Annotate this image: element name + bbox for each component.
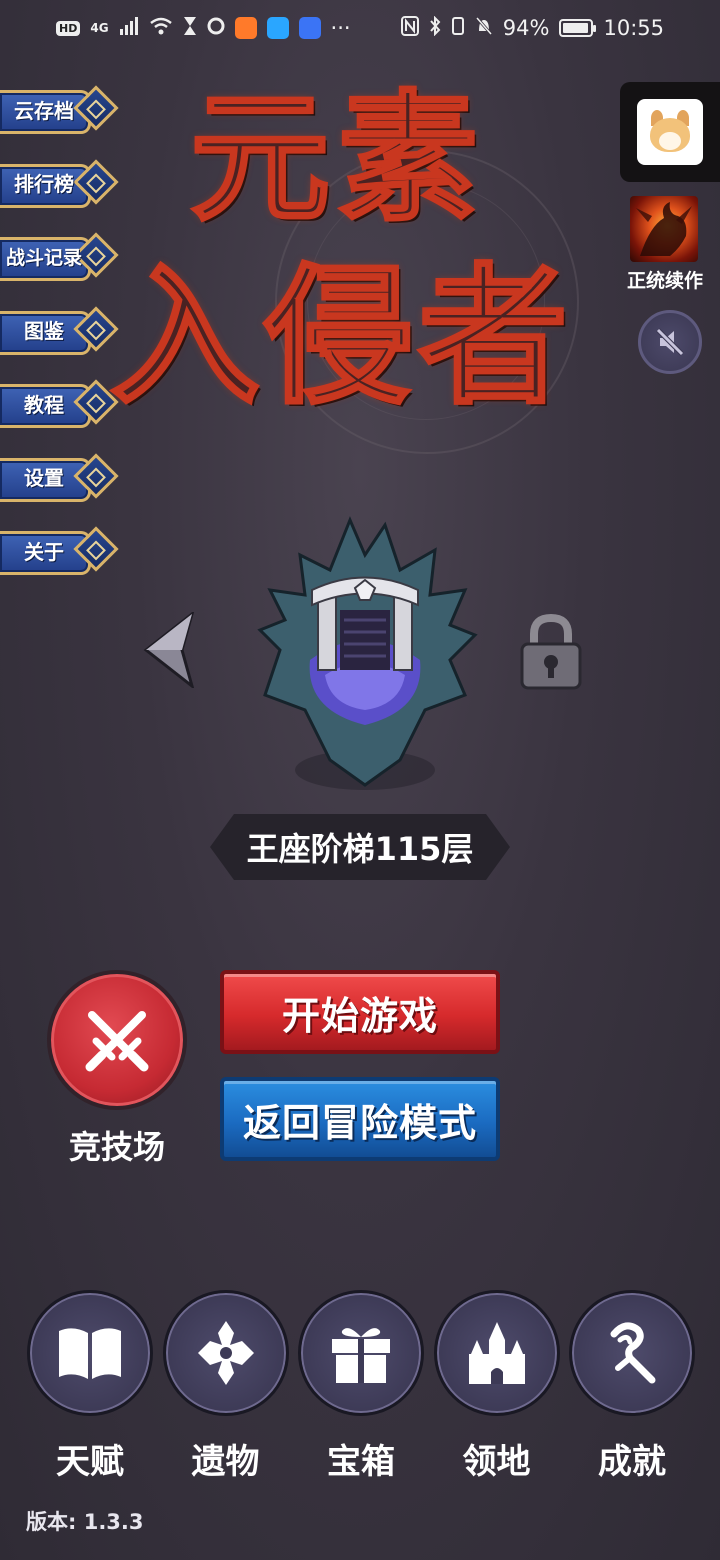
wifi-icon [149, 16, 173, 40]
nav-label: 遗物 [191, 1442, 260, 1482]
next-stage-locked[interactable] [518, 612, 584, 696]
hourglass-icon [183, 16, 197, 41]
bluetooth-icon [429, 15, 441, 41]
menu-codex-button[interactable]: 图鉴 [0, 305, 120, 355]
battery-fill [563, 23, 588, 33]
stage-name: 王座阶梯115层 [210, 814, 510, 880]
castle-icon [468, 1322, 525, 1384]
shiba-avatar [637, 99, 703, 165]
game-title: 元素 入侵者 [108, 78, 610, 454]
signal-icon [119, 16, 139, 40]
nav-relic-circle[interactable] [162, 1290, 289, 1416]
bulb-app-icon [298, 17, 321, 39]
nav-achievement[interactable]: 成就 [568, 1290, 696, 1490]
status-left: HD 4G ··· [56, 16, 351, 41]
nav-talent-circle[interactable] [27, 1290, 153, 1416]
cross-relic-icon [197, 1321, 254, 1385]
network-indicator: 4G [90, 21, 109, 35]
bell-off-icon [475, 16, 493, 41]
arena-button[interactable] [47, 970, 187, 1110]
dragon-icon [636, 202, 692, 256]
video-app-icon [234, 17, 257, 39]
menu-label: 教程 [24, 392, 64, 417]
menu-tutorial-button[interactable]: 教程 [0, 378, 120, 428]
menu-label: 关于 [24, 539, 64, 564]
battery-icon [559, 19, 597, 37]
shiba-icon [645, 110, 695, 154]
nav-label: 天赋 [56, 1442, 124, 1482]
bottom-nav: 天赋 遗物 宝箱 领地 成就 [26, 1290, 696, 1490]
menu-label: 图鉴 [24, 319, 64, 343]
nav-label: 成就 [598, 1442, 666, 1482]
speaker-muted-icon [656, 328, 684, 356]
more-notifications: ··· [330, 16, 351, 40]
start-game-button[interactable]: 开始游戏 [220, 970, 500, 1054]
previous-stage-arrow[interactable] [142, 610, 198, 692]
return-adventure-mode-button[interactable]: 返回冒险模式 [220, 1077, 500, 1161]
mute-button[interactable] [638, 310, 702, 374]
status-bar: HD 4G ··· 94% 10:55 [0, 0, 720, 56]
menu-cloud-save-button[interactable]: 云存档 [0, 84, 120, 134]
battery-percent: 94% [502, 16, 550, 40]
menu-label: 战斗记录 [5, 246, 82, 269]
status-right: 94% 10:55 [400, 15, 664, 41]
menu-leaderboard-button[interactable]: 排行榜 [0, 158, 120, 208]
vibrate-icon [451, 16, 465, 41]
sequel-label: 正统续作 [626, 270, 703, 292]
nav-territory-circle[interactable] [433, 1290, 560, 1416]
gift-box-icon [332, 1328, 390, 1383]
menu-label: 云存档 [14, 98, 74, 123]
nav-relic[interactable]: 遗物 [162, 1290, 290, 1490]
nav-chest[interactable]: 宝箱 [297, 1290, 425, 1490]
nav-achievement-circle[interactable] [569, 1290, 695, 1416]
nav-chest-circle[interactable] [298, 1290, 424, 1416]
title-line-2: 入侵者 [108, 250, 573, 427]
search-app-icon [266, 17, 289, 39]
book-icon [59, 1328, 121, 1379]
nav-label: 宝箱 [327, 1442, 395, 1482]
title-line-1: 元素 [188, 78, 487, 241]
nav-talent[interactable]: 天赋 [26, 1290, 154, 1490]
floating-app-widget[interactable] [620, 82, 720, 182]
record-icon [207, 16, 225, 40]
menu-about-button[interactable]: 关于 [0, 525, 120, 575]
hd-badge: HD [56, 20, 81, 36]
lock-icon [520, 613, 582, 690]
crossed-swords-icon [85, 1011, 149, 1072]
menu-battle-record-button[interactable]: 战斗记录 [0, 231, 120, 281]
achievement-icon [610, 1322, 656, 1384]
arena-label: 竞技场 [68, 1128, 165, 1166]
menu-settings-button[interactable]: 设置 [0, 452, 120, 502]
clock: 10:55 [603, 16, 664, 40]
side-menu: 云存档 排行榜 战斗记录 图鉴 教程 设置 关于 [0, 84, 130, 599]
left-arrow-icon [143, 610, 195, 690]
menu-label: 设置 [24, 466, 64, 490]
nav-territory[interactable]: 领地 [433, 1290, 561, 1490]
nav-label: 领地 [462, 1442, 531, 1482]
stage-portal-image[interactable] [240, 510, 490, 800]
sequel-game-button[interactable] [630, 196, 698, 262]
version-label: 版本: 1.3.3 [26, 1510, 144, 1534]
menu-label: 排行榜 [14, 172, 74, 196]
nfc-icon [400, 15, 419, 41]
